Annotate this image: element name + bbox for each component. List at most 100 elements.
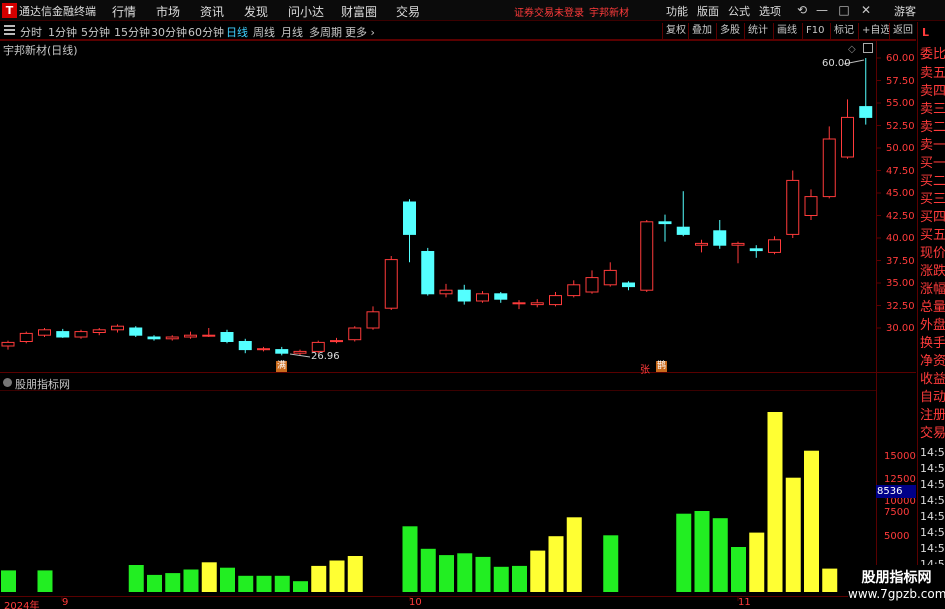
volume-bar[interactable] [457,553,473,592]
volume-bar[interactable] [329,560,345,593]
volume-bar[interactable] [238,575,254,592]
volume-bar[interactable] [530,550,546,592]
candle-body[interactable] [293,350,307,354]
candle-body[interactable] [658,221,672,225]
candle-body[interactable] [366,311,380,329]
volume-bar[interactable] [439,555,454,592]
candle-body[interactable] [713,230,727,246]
side-link-register[interactable]: 注册 [920,408,945,423]
candle-body[interactable] [768,239,781,253]
volume-bar[interactable] [274,575,290,592]
kline-chart[interactable] [0,0,945,609]
candle-body[interactable] [530,302,544,306]
candle-body[interactable] [457,289,471,302]
volume-bar[interactable] [256,575,272,592]
candle-body[interactable] [1,341,15,347]
candle-body[interactable] [804,196,818,217]
candle-body[interactable] [439,289,453,295]
side-item-sell1[interactable]: 卖一 [920,138,945,153]
volume-bar[interactable] [676,513,692,592]
volume-bar[interactable] [420,548,436,592]
side-item-sell2[interactable]: 卖二 [920,120,945,135]
volume-bar[interactable] [165,573,181,592]
volume-bar[interactable] [731,547,746,592]
side-item-buy3[interactable]: 买三 [920,192,945,207]
side-item-outer[interactable]: 外盘 [920,318,945,333]
expand-icon[interactable] [863,43,873,53]
side-link-trade[interactable]: 交易 [920,426,945,441]
volume-bar[interactable] [749,532,765,592]
volume-bar[interactable] [37,570,53,592]
side-item-volume[interactable]: 总量 [920,300,945,315]
volume-bar[interactable] [402,526,418,592]
candle-body[interactable] [585,277,599,293]
volume-bar[interactable] [822,568,838,592]
candle-body[interactable] [257,348,270,351]
candle-body[interactable] [403,201,416,235]
volume-bar[interactable] [128,565,144,592]
volume-bar[interactable] [493,566,509,592]
volume-bar[interactable] [548,536,564,592]
volume-bar[interactable] [804,450,819,592]
volume-bar[interactable] [785,477,801,592]
candle-body[interactable] [348,327,362,341]
candle-body[interactable] [275,349,289,354]
candle-body[interactable] [384,259,398,309]
side-item-buy4[interactable]: 买四 [920,210,945,225]
side-item-buy5[interactable]: 买五 [920,228,945,243]
volume-bar[interactable] [712,518,728,592]
candle-body[interactable] [676,226,690,235]
candle-body[interactable] [476,293,489,302]
volume-bar[interactable] [694,511,710,592]
candle-body[interactable] [129,327,143,336]
candle-body[interactable] [421,251,435,295]
indicator-title[interactable]: 股朋指标网 [15,376,70,392]
side-item-sell3[interactable]: 卖三 [920,102,945,117]
candle-body[interactable] [330,340,343,343]
candle-body[interactable] [512,302,526,305]
side-link-auto[interactable]: 自动 [920,390,945,405]
candle-body[interactable] [74,331,88,338]
volume-bar[interactable] [147,574,162,592]
candle-body[interactable] [822,138,836,198]
candle-body[interactable] [202,334,216,337]
candle-body[interactable] [749,248,763,252]
side-item-price[interactable]: 现价 [920,246,945,261]
candle-body[interactable] [165,336,179,340]
side-item-change[interactable]: 涨跌 [920,264,945,279]
candle-body[interactable] [220,332,234,342]
volume-bar[interactable] [183,569,199,593]
side-panel-letter[interactable]: L [922,26,929,39]
candle-body[interactable] [622,282,635,288]
candle-body[interactable] [56,331,70,338]
candle-body[interactable] [238,341,252,351]
side-item-sell4[interactable]: 卖四 [920,84,945,99]
volume-bar[interactable] [475,556,491,592]
volume-bar[interactable] [566,517,582,592]
candle-body[interactable] [859,106,873,118]
candle-body[interactable] [567,284,581,297]
candle-body[interactable] [549,295,562,306]
event-marker[interactable]: 张 [640,361,650,376]
side-item-buy2[interactable]: 买二 [920,174,945,189]
side-item-weibi[interactable]: 委比 [920,47,945,62]
side-item-buy1[interactable]: 买一 [920,156,945,171]
candle-body[interactable] [640,221,654,291]
candle-body[interactable] [494,293,508,300]
candle-body[interactable] [603,269,617,286]
diamond-icon[interactable]: ◇ [848,44,856,55]
volume-bar[interactable] [1,570,16,592]
volume-bar[interactable] [512,565,527,592]
side-item-turnover[interactable]: 换手 [920,336,945,351]
indicator-toggle-icon[interactable] [3,378,12,387]
candle-body[interactable] [786,179,800,235]
candle-body[interactable] [841,116,854,158]
volume-bar[interactable] [347,556,363,592]
side-item-net-assets[interactable]: 净资 [920,354,945,369]
volume-bar[interactable] [311,565,327,592]
volume-bar[interactable] [293,581,308,592]
side-item-change-pct[interactable]: 涨幅 [920,282,945,297]
candle-body[interactable] [147,336,161,340]
candle-body[interactable] [695,242,708,246]
side-item-sell5[interactable]: 卖五 [920,66,945,81]
